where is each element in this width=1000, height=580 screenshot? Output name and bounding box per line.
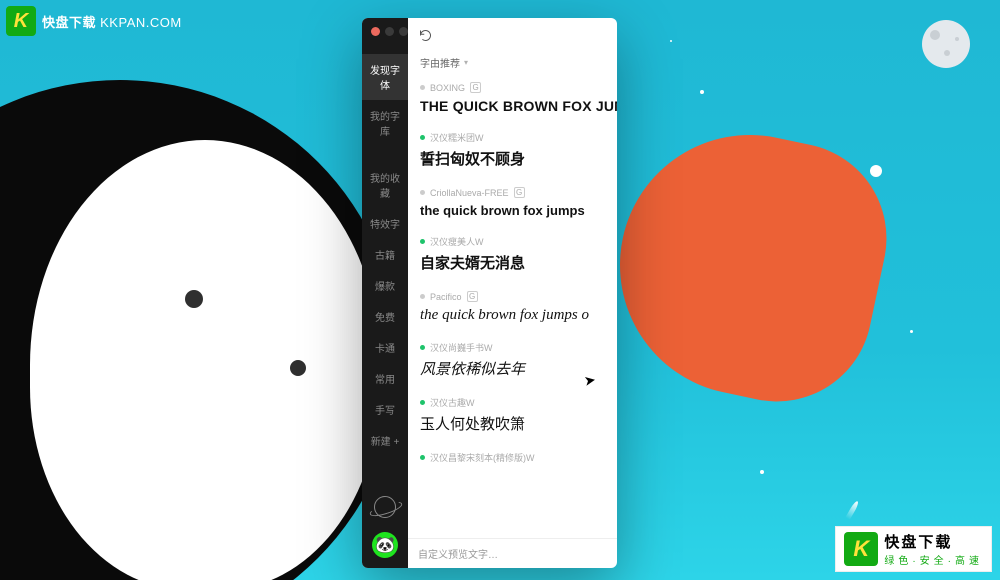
mouse-cursor-icon: ➤ [583, 371, 598, 390]
watermark-bottom-right: K 快盘下载 绿色·安全·高速 [835, 526, 992, 572]
font-row[interactable]: PacificoG★ the quick brown fox jumps o [418, 285, 617, 336]
sidebar-item-hot[interactable]: 爆款 [362, 270, 408, 301]
refresh-icon[interactable] [418, 28, 433, 43]
sidebar-item-cartoon[interactable]: 卡通 [362, 332, 408, 363]
font-sample: 玉人何处教吹箫 [420, 411, 617, 438]
sidebar-item-effects[interactable]: 特效字 [362, 208, 408, 239]
font-sample: the quick brown fox jumps [420, 201, 617, 222]
font-sample: the quick brown fox jumps o [420, 305, 617, 328]
minimize-icon[interactable] [385, 27, 394, 36]
font-row[interactable]: BOXINGG★ THE QUICK BROWN FOX JUMPS O [418, 76, 617, 126]
font-row[interactable]: CriollaNueva-FREEG★ the quick brown fox … [418, 181, 617, 230]
chevron-down-icon: ▾ [464, 58, 468, 67]
preview-text-input[interactable]: 自定义预览文字… [418, 546, 498, 561]
sidebar: 发现字体 我的字库 我的收藏 特效字 古籍 爆款 免费 卡通 常用 手写 新建 … [362, 18, 408, 568]
bottom-bar: 自定义预览文字… AAA [408, 538, 617, 568]
font-row[interactable]: 汉仪瘦美人W★ 自家夫婿无消息 [418, 230, 617, 285]
watermark-top-left: K 快盘下载 KKPAN.COM [6, 6, 182, 36]
site-logo-icon: K [844, 532, 878, 566]
sidebar-item-myfonts[interactable]: 我的字库 [362, 100, 408, 146]
sidebar-item-ancient[interactable]: 古籍 [362, 239, 408, 270]
sidebar-item-handwriting[interactable]: 手写 [362, 394, 408, 425]
sidebar-item-new[interactable]: 新建 + [362, 425, 408, 456]
font-row[interactable]: 汉仪糯米团W★ 誓扫匈奴不顾身 [418, 126, 617, 181]
font-sample: THE QUICK BROWN FOX JUMPS O [420, 96, 617, 118]
moon-decoration [922, 20, 970, 68]
app-window: 发现字体 我的字库 我的收藏 特效字 古籍 爆款 免费 卡通 常用 手写 新建 … [362, 18, 617, 568]
font-row[interactable]: 汉仪昌黎宋刻本(精修版)W★ [418, 446, 617, 474]
sidebar-item-free[interactable]: 免费 [362, 301, 408, 332]
site-logo-icon: K [6, 6, 36, 36]
main-panel: 字由推荐▾ BOXINGG★ THE QUICK BROWN FOX JUMPS… [408, 18, 617, 568]
font-sample: 自家夫婿无消息 [420, 250, 617, 277]
window-controls[interactable] [362, 18, 408, 36]
sidebar-item-discover[interactable]: 发现字体 [362, 54, 408, 100]
topbar [408, 18, 617, 52]
avatar[interactable]: 🐼 [372, 532, 398, 558]
close-icon[interactable] [371, 27, 380, 36]
sidebar-item-common[interactable]: 常用 [362, 363, 408, 394]
font-sample: 誓扫匈奴不顾身 [420, 146, 617, 173]
font-list[interactable]: BOXINGG★ THE QUICK BROWN FOX JUMPS O 汉仪糯… [408, 76, 617, 538]
font-row[interactable]: 汉仪古趣W★ 玉人何处教吹箫 [418, 391, 617, 446]
section-header[interactable]: 字由推荐▾ [408, 52, 617, 76]
sidebar-item-favorites[interactable]: 我的收藏 [362, 162, 408, 208]
zoom-icon[interactable] [399, 27, 408, 36]
explore-icon[interactable] [374, 496, 396, 518]
